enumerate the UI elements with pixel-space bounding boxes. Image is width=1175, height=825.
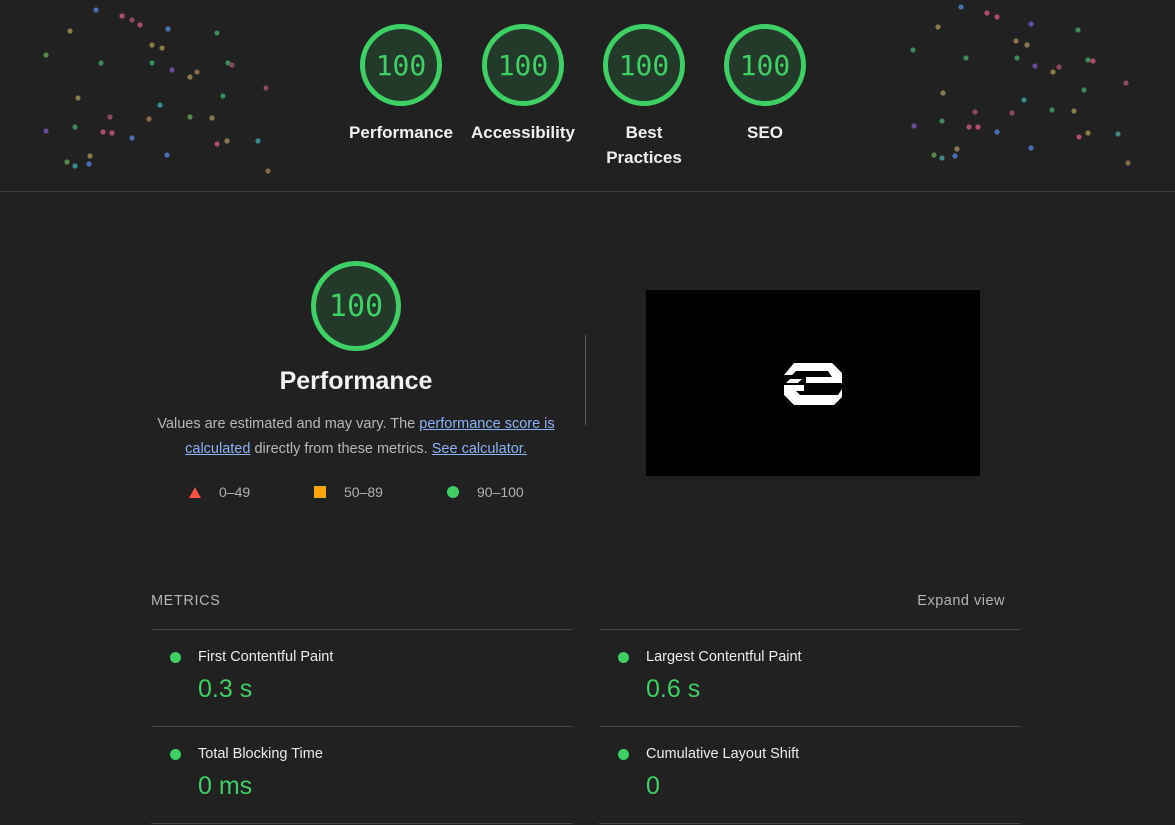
performance-score-ring: 100 bbox=[360, 24, 442, 106]
metric-name: Largest Contentful Paint bbox=[646, 649, 802, 665]
metric-name: Total Blocking Time bbox=[198, 746, 323, 762]
gauge-performance[interactable]: 100 Performance bbox=[341, 24, 461, 145]
pass-circle-icon bbox=[618, 652, 629, 663]
metric-value: 0.6 s bbox=[646, 675, 701, 703]
accessibility-score-ring: 100 bbox=[482, 24, 564, 106]
legend-average: 50–89 bbox=[314, 484, 383, 500]
metric-value: 0.3 s bbox=[198, 675, 253, 703]
metric-name: First Contentful Paint bbox=[198, 649, 334, 665]
metric-total-blocking-time: Total Blocking Time 0 ms bbox=[151, 726, 573, 824]
best-practices-score-ring: 100 bbox=[603, 24, 685, 106]
gauge-seo[interactable]: 100 SEO bbox=[705, 24, 825, 145]
metric-value: 0 ms bbox=[198, 772, 253, 800]
gauge-accessibility[interactable]: 100 Accessibility bbox=[463, 24, 583, 145]
legend-pass: 90–100 bbox=[447, 484, 524, 500]
site-logo-icon bbox=[784, 363, 842, 405]
legend-fail: 0–49 bbox=[189, 484, 250, 500]
see-calculator-link[interactable]: See calculator. bbox=[432, 441, 527, 457]
metric-largest-contentful-paint: Largest Contentful Paint 0.6 s bbox=[599, 629, 1021, 726]
summary-gauges: 100 Performance 100 Accessibility 100 Be… bbox=[340, 24, 826, 184]
metric-cumulative-layout-shift: Cumulative Layout Shift 0 bbox=[599, 726, 1021, 824]
legend-fail-range: 0–49 bbox=[219, 484, 251, 500]
gauge-label-accessibility: Accessibility bbox=[471, 123, 575, 142]
confetti-decoration-left bbox=[40, 0, 280, 192]
expand-view-toggle[interactable]: Expand view bbox=[917, 593, 1005, 609]
final-screenshot-thumbnail[interactable] bbox=[646, 290, 980, 476]
metric-name: Cumulative Layout Shift bbox=[646, 746, 800, 762]
gauge-best-practices[interactable]: 100 Best Practices bbox=[584, 24, 704, 170]
orange-square-icon bbox=[314, 486, 326, 498]
confetti-decoration-right bbox=[905, 0, 1145, 192]
seo-score-ring: 100 bbox=[724, 24, 806, 106]
metric-first-contentful-paint: First Contentful Paint 0.3 s bbox=[151, 629, 573, 726]
pass-circle-icon bbox=[170, 749, 181, 760]
green-circle-icon bbox=[447, 486, 459, 498]
legend-pass-range: 90–100 bbox=[477, 484, 524, 500]
metric-value: 0 bbox=[646, 772, 660, 800]
score-scale-legend: 0–49 50–89 90–100 bbox=[186, 484, 546, 504]
gauge-label-seo: SEO bbox=[747, 123, 783, 142]
pass-circle-icon bbox=[618, 749, 629, 760]
gauge-label-performance: Performance bbox=[349, 123, 453, 142]
description-prefix: Values are estimated and may vary. The bbox=[157, 416, 416, 432]
performance-title: Performance bbox=[279, 367, 433, 395]
gauge-label-best-practices: Best Practices bbox=[606, 123, 682, 167]
legend-average-range: 50–89 bbox=[344, 484, 383, 500]
description-middle: directly from these metrics. bbox=[254, 441, 428, 457]
performance-description: Values are estimated and may vary. The p… bbox=[150, 412, 562, 462]
red-triangle-icon bbox=[189, 486, 201, 498]
vertical-divider bbox=[585, 335, 586, 425]
performance-score-gauge: 100 bbox=[311, 261, 401, 351]
scores-header: 100 Performance 100 Accessibility 100 Be… bbox=[0, 0, 1175, 192]
metrics-heading: METRICS bbox=[151, 593, 221, 609]
pass-circle-icon bbox=[170, 652, 181, 663]
